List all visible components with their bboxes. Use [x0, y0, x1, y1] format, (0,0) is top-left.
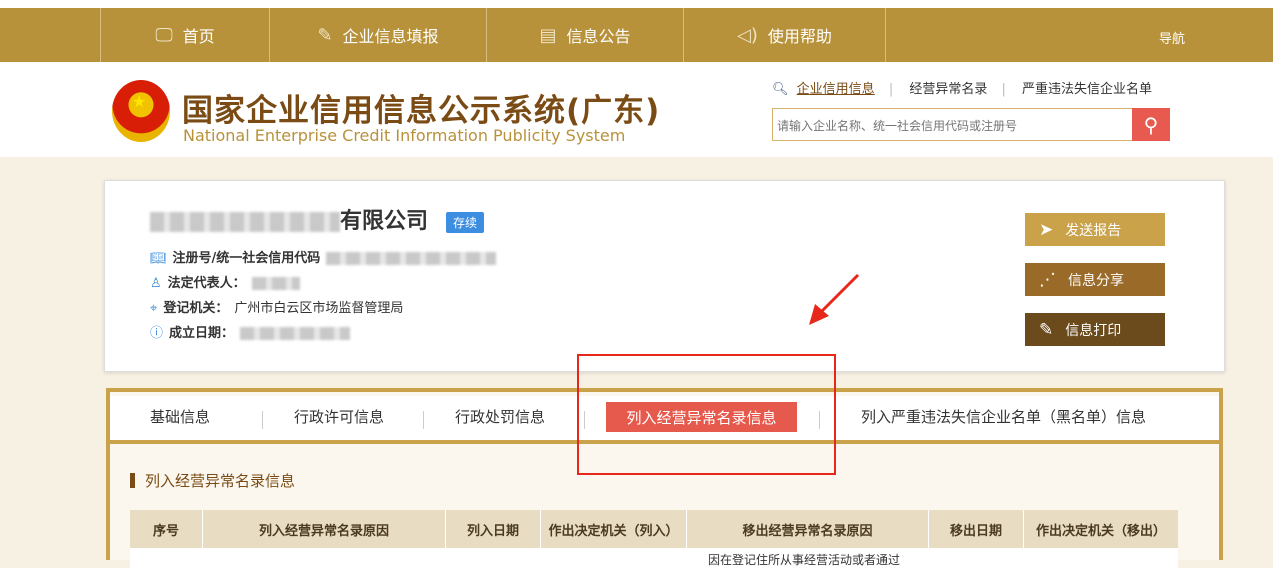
person-icon: ♙ — [150, 276, 162, 291]
authority-row: ⌖ 登记机关： 广州市白云区市场监督管理局 — [150, 301, 404, 316]
monitor-icon: 🖵 — [155, 24, 173, 46]
established-date-row: ⓘ 成立日期： — [150, 322, 351, 341]
document-icon: ▤ — [539, 24, 557, 46]
header-links: 🔍︎ 企业信用信息 | 经营异常名录 | 严重违法失信企业名单 — [772, 78, 1162, 97]
nav-item-announcement[interactable]: ▤ 信息公告 — [486, 8, 683, 62]
link-blacklist[interactable]: 严重违法失信企业名单 — [1022, 82, 1152, 97]
info-icon: ⓘ — [150, 326, 164, 341]
redacted-legal-rep — [251, 277, 300, 290]
legal-rep-row: ♙ 法定代表人： — [150, 272, 300, 291]
paper-plane-icon: ➤ — [1039, 219, 1054, 240]
divider — [423, 411, 424, 429]
book-icon: 📖︎ — [150, 251, 167, 266]
search-icon: 🔍︎ — [772, 82, 789, 97]
link-abnormal-list[interactable]: 经营异常名录 — [909, 82, 987, 97]
section-title: 列入经营异常名录信息 — [130, 470, 295, 491]
tab-admin-penalty[interactable]: 行政处罚信息 — [455, 406, 545, 427]
send-report-button[interactable]: ➤ 发送报告 — [1025, 213, 1165, 246]
search-box: ⚲ — [772, 108, 1170, 142]
tab-admin-license[interactable]: 行政许可信息 — [294, 406, 384, 427]
link-credit-info[interactable]: 企业信用信息 — [797, 82, 875, 97]
status-badge: 存续 — [446, 211, 485, 233]
nav-item-help[interactable]: ◁) 使用帮助 — [683, 8, 886, 62]
tab-basic-info[interactable]: 基础信息 — [150, 406, 210, 427]
column-header: 序号 — [152, 523, 179, 539]
edit-icon: ✎ — [317, 24, 333, 46]
search-icon: ⚲ — [1143, 112, 1159, 137]
pencil-icon: ✎ — [1039, 319, 1054, 340]
column-header: 作出决定机关（移出） — [1023, 510, 1178, 548]
nav-guide-link[interactable]: 导航 — [1159, 28, 1185, 47]
reg-number-row: 📖︎ 注册号/统一社会信用代码 — [150, 247, 497, 266]
redacted-name — [150, 212, 340, 232]
location-icon: ⌖ — [150, 301, 158, 316]
column-header: 作出决定机关（列入） — [540, 510, 686, 548]
annotation-arrow-icon — [809, 273, 860, 325]
speaker-icon: ◁) — [737, 24, 758, 46]
highlight-box — [577, 354, 836, 475]
column-header: 移出经营异常名录原因 — [686, 510, 928, 548]
nav-label: 信息公告 — [566, 27, 631, 46]
national-emblem-icon: ★ — [112, 80, 170, 142]
site-title-en: National Enterprise Credit Information P… — [183, 126, 626, 145]
column-header: 列入日期 — [445, 510, 540, 548]
print-info-button[interactable]: ✎ 信息打印 — [1025, 313, 1165, 346]
table-row: 因在登记住所从事经营活动或者通过 — [130, 548, 1178, 568]
section-marker — [130, 473, 135, 488]
divider: | — [1001, 82, 1006, 97]
search-input[interactable] — [773, 109, 1137, 142]
nav-label: 使用帮助 — [767, 27, 832, 46]
tab-blacklist[interactable]: 列入严重违法失信企业名单（黑名单）信息 — [861, 406, 1146, 427]
redacted-date — [240, 327, 351, 340]
nav-label: 首页 — [182, 27, 215, 46]
redacted-reg-number — [326, 252, 497, 265]
top-nav-bar: 🖵 首页 ✎ 企业信息填报 ▤ 信息公告 ◁) 使用帮助 导航 — [0, 0, 1273, 62]
company-name: 有限公司 存续 — [150, 203, 485, 235]
nav-label: 企业信息填报 — [342, 27, 439, 46]
company-card: 有限公司 存续 📖︎ 注册号/统一社会信用代码 ♙ 法定代表人： ⌖ 登记机关： 广州市白… — [104, 180, 1225, 372]
nav-item-home[interactable]: 🖵 首页 — [100, 8, 269, 62]
column-header: 移出日期 — [928, 510, 1023, 548]
column-header: 列入经营异常名录原因 — [202, 510, 445, 548]
table-header: 序号 列入经营异常名录原因 列入日期 作出决定机关（列入） 移出经营异常名录原因… — [130, 510, 1178, 548]
divider: | — [888, 82, 894, 97]
share-icon: ⋰ — [1039, 269, 1056, 290]
search-button[interactable]: ⚲ — [1132, 108, 1170, 141]
divider — [262, 411, 263, 429]
share-info-button[interactable]: ⋰ 信息分享 — [1025, 263, 1165, 296]
site-title: 国家企业信用信息公示系统(广东) — [182, 93, 661, 129]
nav-item-enterprise-report[interactable]: ✎ 企业信息填报 — [269, 8, 486, 62]
